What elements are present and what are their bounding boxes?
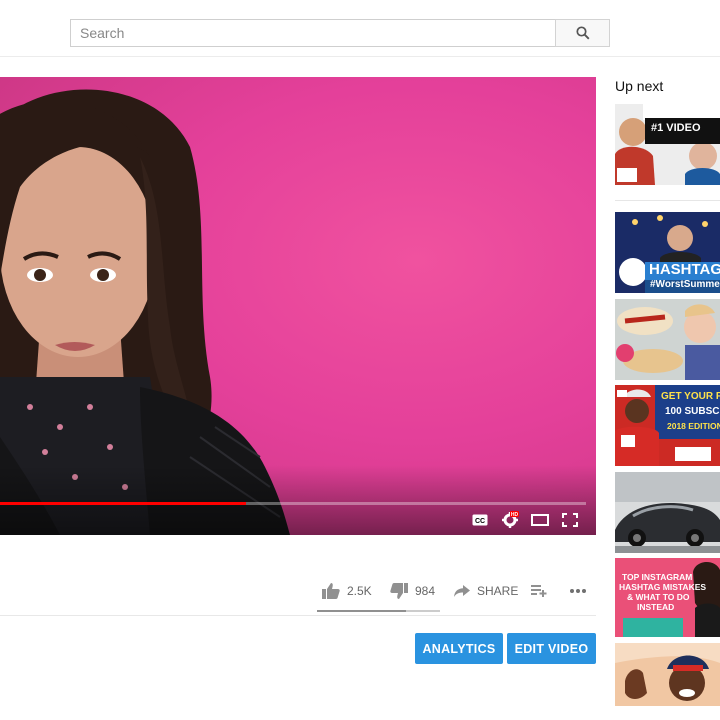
up-next-thumbnail-7[interactable] [615,643,720,706]
thumbnail-image [615,104,720,185]
search-icon [575,26,589,40]
thumbnail-line3-text: 2018 EDITION [667,421,720,431]
theater-button[interactable] [530,511,550,529]
svg-text:HD: HD [511,512,519,518]
progress-bar[interactable] [0,502,586,505]
like-ratio-fill [317,610,406,612]
cc-icon: CC [472,514,488,526]
search-bar [70,19,610,47]
up-next-thumbnail-6[interactable]: TOP INSTAGRAM HASHTAG MISTAKES & WHAT TO… [615,558,720,637]
edit-video-button[interactable]: EDIT VIDEO [507,633,596,664]
up-next-thumbnail-2[interactable]: HASHTAG #WorstSumme [615,212,720,293]
search-input[interactable] [70,19,555,47]
up-next-thumbnail-5[interactable] [615,472,720,553]
add-to-playlist-button[interactable] [531,578,547,604]
fullscreen-icon [562,513,578,527]
info-divider [0,615,596,616]
up-next-divider [615,200,720,201]
settings-button[interactable]: HD [500,511,520,529]
like-count: 2.5K [347,584,372,598]
more-icon [570,589,586,593]
add-to-playlist-icon [531,585,547,597]
cc-button[interactable]: CC [470,511,490,529]
thumbnail-image [615,299,720,380]
more-actions-button[interactable] [569,578,587,604]
thumbnail-line2-text: HASHTAG MISTAKES [619,582,707,592]
up-next-label: Up next [615,78,664,94]
share-icon [454,585,470,597]
fullscreen-button[interactable] [560,511,580,529]
thumbnail-line2-text: 100 SUBSCR [665,406,720,417]
thumbnail-subtitle-text: #WorstSumme [650,279,720,290]
share-button[interactable]: SHARE [454,578,518,604]
progress-played [0,502,247,505]
header-divider [0,56,720,57]
thumbs-down-icon [390,583,408,599]
settings-icon: HD [502,511,519,528]
thumbnail-image [615,643,720,706]
like-dislike-ratio-bar [317,610,440,612]
thumbnail-title-text: #1 VIDEO [651,122,701,134]
thumbnail-line4-text: INSTEAD [637,602,675,612]
thumbnail-image [615,472,720,553]
like-action[interactable]: 2.5K [322,578,372,604]
dislike-action[interactable]: 984 [390,578,435,604]
share-label: SHARE [477,584,519,598]
up-next-thumbnail-4[interactable]: GET YOUR FIR 100 SUBSCR 2018 EDITION [615,385,720,466]
up-next-thumbnail-1[interactable]: #1 VIDEO [615,104,720,185]
analytics-button[interactable]: ANALYTICS [415,633,503,664]
dislike-count: 984 [415,584,436,598]
svg-text:CC: CC [475,518,485,525]
up-next-thumbnail-3[interactable] [615,299,720,380]
search-button[interactable] [555,19,610,47]
thumbnail-title-text: TOP INSTAGRAM [622,572,693,582]
thumbs-up-icon [322,583,340,599]
thumbnail-title-text: HASHTAG [649,261,720,278]
thumbnail-title-text: GET YOUR FIR [661,391,720,402]
theater-icon [531,514,549,526]
thumbnail-line3-text: & WHAT TO DO [627,592,690,602]
video-player[interactable]: CC HD [0,77,596,535]
